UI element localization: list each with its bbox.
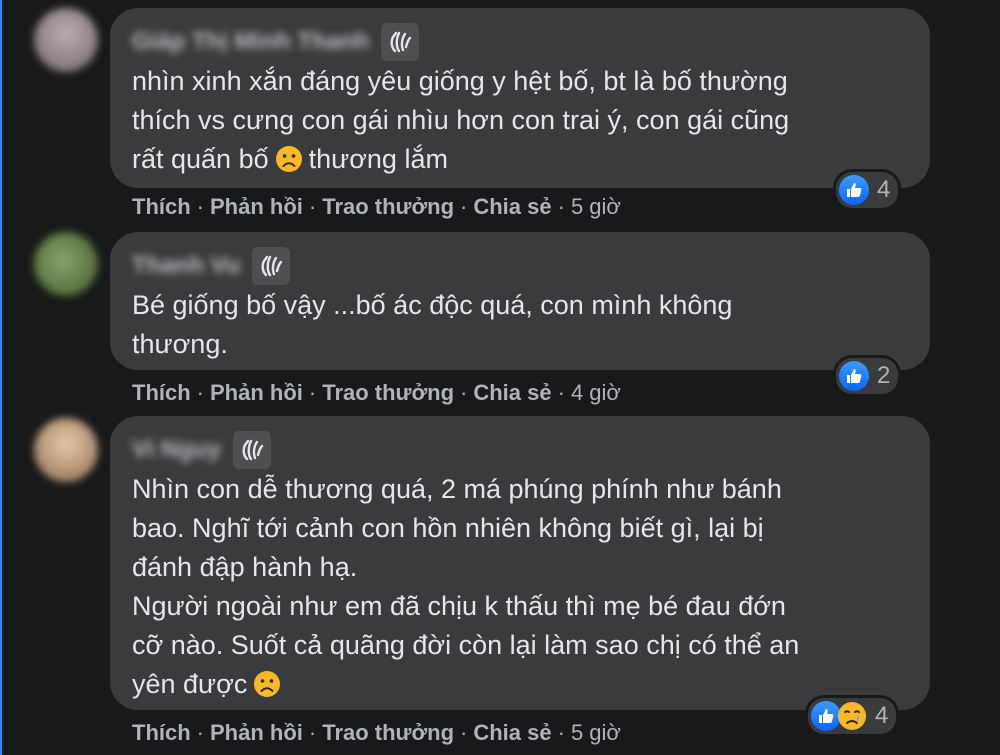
reaction-count: 2 (877, 362, 891, 389)
like-link[interactable]: Thích (132, 194, 191, 220)
reaction-count: 4 (877, 176, 891, 203)
timestamp[interactable]: 5 giờ (571, 194, 621, 220)
separator: · (308, 720, 317, 745)
separator: · (196, 380, 204, 405)
like-link[interactable]: Thích (132, 720, 191, 746)
share-link[interactable]: Chia sẻ (473, 194, 551, 220)
frown-emoji-icon (275, 145, 303, 173)
separator: · (460, 194, 468, 219)
separator: · (308, 194, 317, 219)
reaction-summary[interactable]: 4 (836, 172, 899, 208)
separator: · (460, 380, 468, 405)
comment-actions: Thích · Phản hồi · Trao thưởng · Chia sẻ · 4… (132, 380, 621, 406)
comment-actions: Thích · Phản hồi · Trao thưởng · Chia sẻ · 5… (132, 194, 621, 220)
separator: · (557, 194, 565, 219)
reaction-count: 4 (875, 702, 889, 729)
avatar[interactable] (34, 8, 98, 72)
separator: · (196, 720, 204, 745)
wave-badge-icon (381, 23, 420, 61)
reply-link[interactable]: Phản hồi (210, 720, 303, 746)
comment-bubble: Vi Nguy Nhìn con dễ thương quá, 2 má phú… (110, 416, 930, 710)
separator: · (196, 194, 204, 219)
comment-text: Nhìn con dễ thương quá, 2 má phúng phính… (132, 470, 908, 704)
comment-bubble: Giáp Thị Minh Thanh nhìn xinh xắn đáng y… (110, 8, 930, 188)
reward-link[interactable]: Trao thưởng (322, 194, 454, 220)
separator: · (460, 720, 468, 745)
separator: · (308, 380, 317, 405)
like-icon (839, 175, 869, 205)
share-link[interactable]: Chia sẻ (473, 380, 551, 406)
separator: · (557, 380, 565, 405)
reaction-summary[interactable]: 4 (808, 698, 897, 734)
frown-emoji-icon (253, 670, 281, 698)
left-accent-rule (0, 0, 2, 755)
comment-body: nhìn xinh xắn đáng yêu giống y hệt bố, b… (132, 66, 790, 174)
timestamp[interactable]: 5 giờ (571, 720, 621, 746)
avatar[interactable] (34, 418, 98, 482)
comment-body: Bé giống bố vậy ...bố ác độc quá, con mì… (132, 290, 733, 359)
author-name[interactable]: Vi Nguy (132, 436, 221, 464)
wave-badge-icon (252, 247, 291, 285)
share-link[interactable]: Chia sẻ (473, 720, 551, 746)
comment-bubble: Thanh Vu Bé giống bố vậy ...bố ác độc qu… (110, 232, 930, 370)
like-icon (839, 361, 869, 391)
avatar[interactable] (34, 232, 98, 296)
comment-actions: Thích · Phản hồi · Trao thưởng · Chia sẻ · 5… (132, 720, 621, 746)
sad-icon (837, 701, 867, 731)
comment-text: nhìn xinh xắn đáng yêu giống y hệt bố, b… (132, 62, 908, 179)
wave-badge-icon (232, 431, 271, 469)
author-name[interactable]: Thanh Vu (132, 252, 240, 280)
separator: · (557, 720, 565, 745)
reply-link[interactable]: Phản hồi (210, 194, 303, 220)
reply-link[interactable]: Phản hồi (210, 380, 303, 406)
reward-link[interactable]: Trao thưởng (322, 720, 454, 746)
timestamp[interactable]: 4 giờ (571, 380, 621, 406)
author-name[interactable]: Giáp Thị Minh Thanh (132, 28, 369, 56)
reward-link[interactable]: Trao thưởng (322, 380, 454, 406)
comment-body-tail: thương lắm (308, 144, 448, 174)
comment-text: Bé giống bố vậy ...bố ác độc quá, con mì… (132, 286, 908, 364)
like-link[interactable]: Thích (132, 380, 191, 406)
reaction-summary[interactable]: 2 (836, 358, 899, 394)
comment-body: Nhìn con dễ thương quá, 2 má phúng phính… (132, 474, 800, 699)
